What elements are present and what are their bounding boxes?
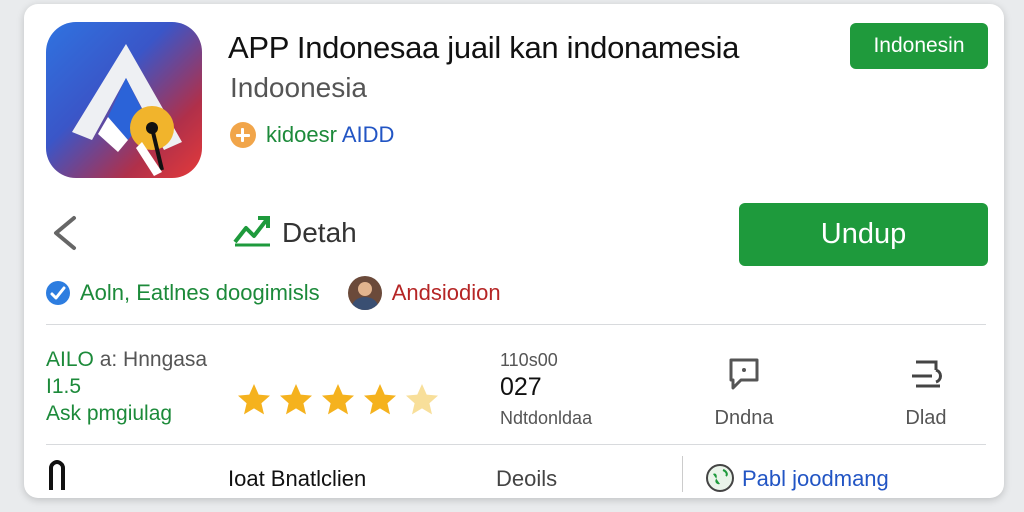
reviews-label: Dndna bbox=[714, 407, 774, 429]
divider bbox=[46, 444, 986, 445]
download-stat-label: Dlad bbox=[905, 407, 947, 429]
verified-icon bbox=[46, 281, 70, 305]
developer-tag: AIDD bbox=[341, 122, 395, 147]
star-icon bbox=[238, 384, 270, 415]
divider bbox=[46, 324, 986, 325]
author-tag[interactable]: Andsiodion bbox=[347, 276, 501, 310]
rating-summary: AILO a: Hnngasa I1.5 Ask pmgiulag bbox=[46, 346, 207, 427]
app-logo-icon[interactable] bbox=[46, 22, 202, 178]
author-tag-label: Andsiodion bbox=[391, 280, 501, 305]
download-stat[interactable]: Dlad bbox=[876, 356, 976, 430]
trending-up-icon bbox=[232, 212, 272, 253]
developer-row[interactable]: kidoesr AIDD bbox=[230, 122, 394, 148]
app-listing-card: APP Indonesaa juail kan indonamesia Indo… bbox=[24, 4, 1004, 498]
count-top: 110s00 bbox=[500, 350, 558, 370]
detail-link[interactable]: Detah bbox=[232, 212, 357, 253]
add-icon bbox=[230, 122, 256, 148]
globe-icon[interactable] bbox=[704, 462, 736, 498]
avatar bbox=[347, 276, 382, 310]
star-rating bbox=[236, 382, 440, 418]
star-icon bbox=[406, 384, 438, 415]
bottom-link-left[interactable]: Ioat Bnatlclien bbox=[228, 466, 366, 492]
download-count: 110s00 027 Ndtdonldaa bbox=[500, 350, 592, 429]
verified-tag-label: Aoln, Eatlnes doogimisls bbox=[80, 280, 320, 305]
document-icon bbox=[908, 360, 944, 396]
developer-label: kidoesr bbox=[266, 122, 337, 147]
bottom-bar: Ioat Bnatlclien Deoils Pabl joodmang bbox=[24, 456, 1004, 498]
star-icon bbox=[322, 384, 354, 415]
bookmark-icon[interactable] bbox=[46, 459, 68, 497]
detail-label: Detah bbox=[282, 216, 357, 248]
app-subtitle: Indoonesia bbox=[230, 72, 368, 103]
divider bbox=[682, 456, 683, 492]
star-icon bbox=[280, 384, 312, 415]
rating-score: I1.5 bbox=[46, 375, 82, 398]
rating-caption: Ask pmgiulag bbox=[46, 402, 173, 425]
rating-descriptor: a: Hnngasa bbox=[99, 348, 208, 371]
tag-row: Aoln, Eatlnes doogimisls Andsiodion bbox=[46, 276, 501, 310]
bottom-link-right[interactable]: Pabl joodmang bbox=[742, 466, 889, 492]
rating-label: AILO bbox=[46, 348, 94, 371]
star-icon bbox=[364, 384, 396, 415]
count-value: 027 bbox=[500, 373, 542, 401]
bottom-link-details[interactable]: Deoils bbox=[496, 466, 557, 492]
count-label: Ndtdonldaa bbox=[500, 408, 593, 428]
back-icon[interactable] bbox=[46, 208, 82, 258]
verified-tag[interactable]: Aoln, Eatlnes doogimisls bbox=[46, 280, 320, 306]
reviews-stat[interactable]: Dndna bbox=[694, 356, 794, 430]
chat-icon bbox=[727, 358, 761, 396]
app-title: APP Indonesaa juail kan indonamesia bbox=[228, 30, 740, 65]
language-button[interactable]: Indonesin bbox=[850, 23, 988, 69]
install-button[interactable]: Undup bbox=[739, 203, 988, 266]
